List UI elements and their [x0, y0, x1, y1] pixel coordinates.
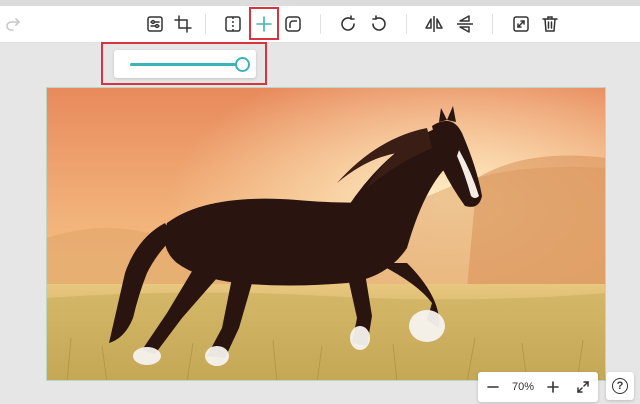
- toolbar-separator: [205, 14, 206, 34]
- rotate-counterclockwise-button[interactable]: [365, 10, 393, 38]
- flip-vertical-icon: [457, 15, 473, 33]
- image-canvas[interactable]: [46, 87, 606, 381]
- rotate-clockwise-icon: [341, 15, 355, 31]
- highlight-crosshair-tool: [249, 7, 279, 40]
- slider-popup: [114, 50, 256, 78]
- toolbar-separator: [320, 14, 321, 34]
- editor-toolbar: [0, 6, 640, 43]
- rounded-corner-button[interactable]: [279, 10, 307, 38]
- zoom-in-button[interactable]: [538, 372, 568, 402]
- minus-icon: [487, 386, 499, 388]
- delete-button[interactable]: [536, 10, 564, 38]
- border-button[interactable]: [219, 10, 247, 38]
- resize-button[interactable]: [507, 10, 535, 38]
- flip-horizontal-icon: [425, 16, 443, 32]
- resize-icon: [513, 16, 529, 32]
- help-button[interactable]: ?: [606, 372, 634, 400]
- slider-track[interactable]: [130, 63, 242, 66]
- rotate-counterclockwise-icon: [372, 15, 386, 31]
- zoom-out-button[interactable]: [478, 372, 508, 402]
- delete-icon: [542, 16, 558, 32]
- adjust-icon: [147, 16, 163, 32]
- crop-button[interactable]: [169, 10, 197, 38]
- toolbar-separator: [492, 14, 493, 34]
- redo-button[interactable]: [0, 10, 28, 38]
- slider-thumb[interactable]: [234, 57, 250, 72]
- expand-icon: [577, 381, 589, 393]
- toolbar-separator: [406, 14, 407, 34]
- horse-photo: [47, 88, 605, 380]
- rotate-clockwise-button[interactable]: [334, 10, 362, 38]
- help-icon: ?: [612, 378, 628, 394]
- rounded-corner-icon: [285, 16, 301, 32]
- plus-icon: [547, 381, 559, 393]
- border-icon: [225, 16, 241, 32]
- crop-icon: [174, 15, 192, 33]
- fit-screen-button[interactable]: [568, 372, 598, 402]
- flip-vertical-button[interactable]: [451, 10, 479, 38]
- redo-icon: [6, 18, 20, 31]
- zoom-controls: 70%: [478, 372, 598, 402]
- flip-horizontal-button[interactable]: [420, 10, 448, 38]
- adjust-button[interactable]: [141, 10, 169, 38]
- zoom-level: 70%: [511, 381, 535, 393]
